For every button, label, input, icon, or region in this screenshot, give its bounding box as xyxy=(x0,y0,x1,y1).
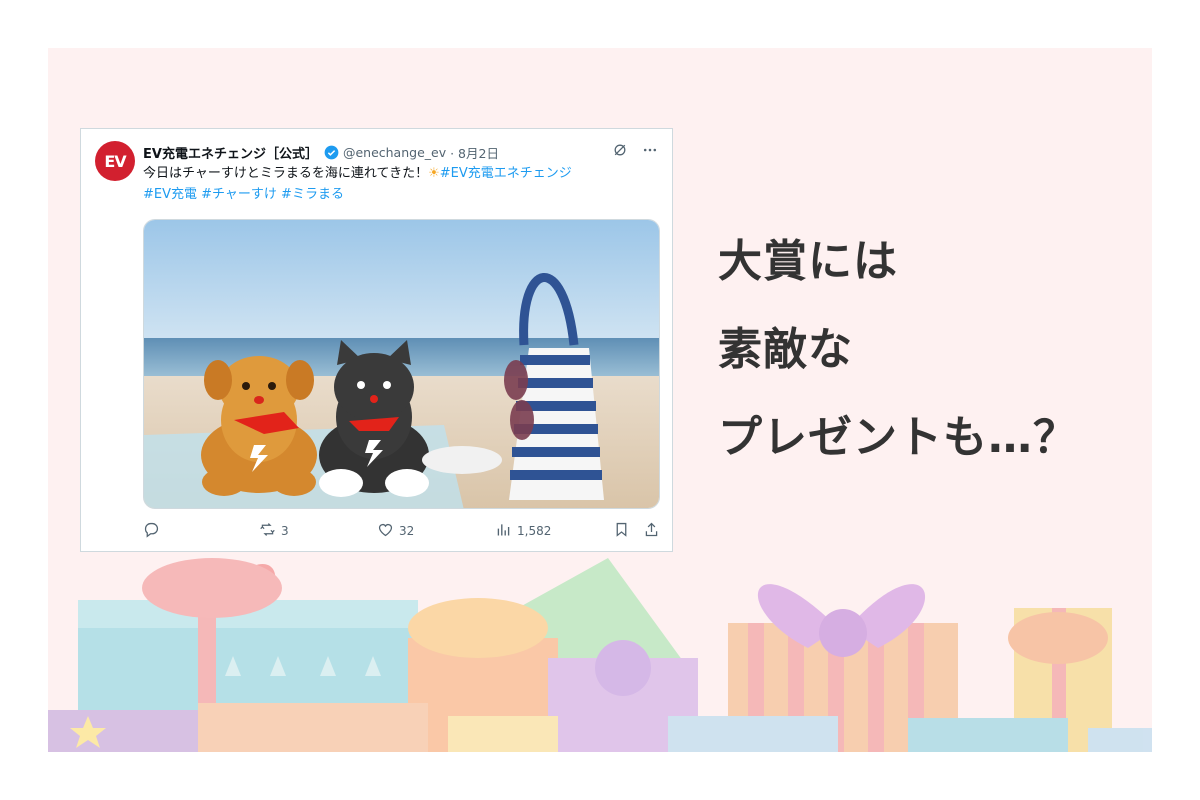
share-icon xyxy=(643,521,660,541)
grok-icon[interactable] xyxy=(612,142,628,162)
headline-line-1: 大賞には xyxy=(718,236,898,287)
hashtag-link[interactable]: #チャーすけ xyxy=(201,187,277,202)
retweet-icon xyxy=(259,521,276,541)
verified-badge-icon xyxy=(324,145,339,160)
avatar[interactable]: EV xyxy=(95,141,135,181)
headline-line-3: プレゼントも…？ xyxy=(718,412,1078,463)
share-button[interactable] xyxy=(643,521,660,541)
bookmark-button[interactable] xyxy=(613,521,630,541)
banner-canvas: EV EV充電エネチェンジ［公式］ @enechange_ev · 8月2日 今… xyxy=(48,48,1152,752)
tweet-actions: 3 32 1,582 xyxy=(143,521,663,545)
tweet-photo[interactable] xyxy=(143,219,660,509)
retweet-button[interactable]: 3 xyxy=(259,521,289,541)
hashtag-link[interactable]: #EV充電エネチェンジ xyxy=(440,166,572,181)
beach-photo-illustration xyxy=(144,220,659,508)
user-handle[interactable]: @enechange_ev xyxy=(343,145,446,160)
bookmark-icon xyxy=(613,521,630,541)
like-count: 32 xyxy=(399,524,415,538)
tweet-card[interactable]: EV EV充電エネチェンジ［公式］ @enechange_ev · 8月2日 今… xyxy=(80,128,673,552)
retweet-count: 3 xyxy=(281,524,289,538)
sun-emoji-icon: ☀ xyxy=(428,166,440,181)
tweet-date[interactable]: · 8月2日 xyxy=(450,143,499,162)
like-button[interactable]: 32 xyxy=(377,521,414,541)
heart-icon xyxy=(377,521,394,541)
tweet-header: EV充電エネチェンジ［公式］ @enechange_ev · 8月2日 xyxy=(143,141,658,163)
tweet-body-text: 今日はチャーすけとミラまるを海に連れてきた！ xyxy=(143,166,429,181)
reply-button[interactable] xyxy=(143,521,165,541)
hashtag-link[interactable]: #EV充電 xyxy=(143,187,197,202)
headline: 大賞には 素敵な プレゼントも…？ xyxy=(718,218,1138,482)
view-count: 1,582 xyxy=(517,524,552,538)
hashtag-link[interactable]: #ミラまる xyxy=(281,187,344,202)
more-options-icon[interactable] xyxy=(642,142,658,162)
tweet-text: 今日はチャーすけとミラまるを海に連れてきた！☀#EV充電エネチェンジ #EV充電… xyxy=(143,163,653,205)
views-button[interactable]: 1,582 xyxy=(495,521,551,541)
headline-line-2: 素敵な xyxy=(718,324,853,375)
display-name[interactable]: EV充電エネチェンジ［公式］ xyxy=(143,143,318,162)
avatar-logo-text: EV xyxy=(104,151,126,171)
reply-icon xyxy=(143,521,160,541)
views-chart-icon xyxy=(495,521,512,541)
